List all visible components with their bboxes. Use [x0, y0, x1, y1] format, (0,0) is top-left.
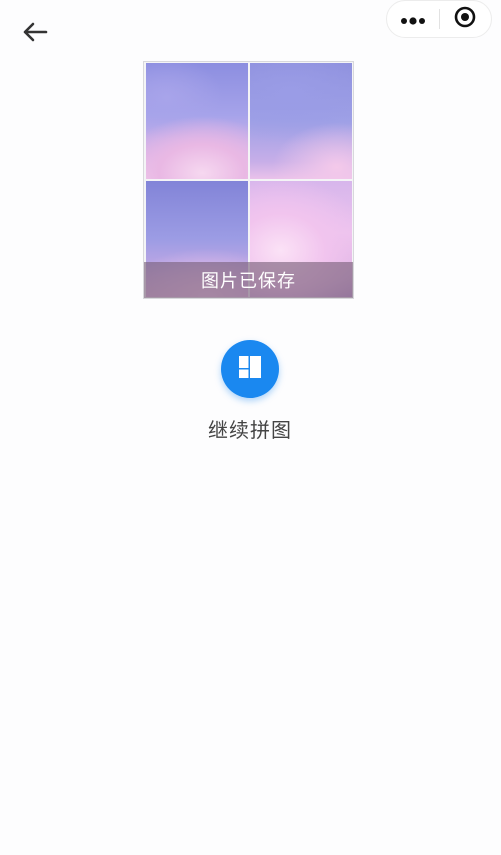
- continue-collage-label[interactable]: 继续拼图: [208, 414, 292, 443]
- saved-status-text: 图片已保存: [201, 271, 296, 292]
- more-dots-icon: [400, 10, 426, 29]
- continue-collage-action: 继续拼图: [190, 340, 310, 443]
- collage-preview: 图片已保存: [143, 61, 354, 299]
- continue-collage-button[interactable]: [221, 340, 279, 398]
- more-button[interactable]: [387, 1, 439, 37]
- back-button[interactable]: [18, 17, 52, 51]
- saved-status-bar: 图片已保存: [144, 262, 353, 298]
- collage-tile-top-left: [146, 63, 248, 179]
- target-circle-icon: [453, 5, 477, 33]
- collage-grid-icon: [238, 355, 262, 383]
- collage-tile-top-right: [250, 63, 352, 179]
- arrow-left-icon: [22, 21, 48, 47]
- menu-capsule: [386, 0, 492, 38]
- close-miniprogram-button[interactable]: [439, 1, 491, 37]
